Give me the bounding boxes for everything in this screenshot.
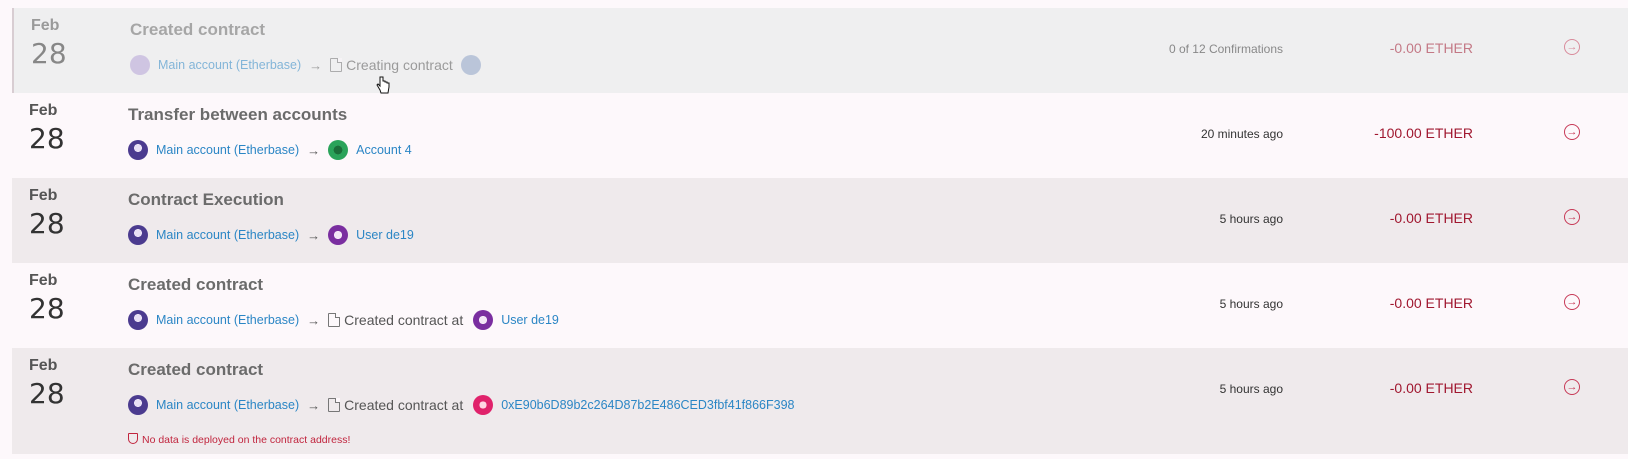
to-account-avatar bbox=[473, 310, 494, 330]
open-transaction-icon[interactable]: → bbox=[1564, 39, 1580, 55]
document-icon bbox=[328, 398, 341, 412]
transaction-date: Feb 28 bbox=[29, 272, 89, 325]
transaction-row[interactable]: Feb 28 Created contract Main account (Et… bbox=[12, 8, 1628, 93]
to-account-avatar bbox=[328, 140, 349, 160]
transaction-title: Transfer between accounts bbox=[128, 105, 348, 124]
arrow-right-icon: → bbox=[307, 227, 321, 243]
transaction-flow: Main account (Etherbase) → Created contr… bbox=[128, 310, 559, 330]
transaction-flow: Main account (Etherbase) → Created contr… bbox=[128, 395, 794, 415]
from-account-link[interactable]: Main account (Etherbase) bbox=[156, 228, 299, 242]
contract-avatar bbox=[473, 395, 494, 415]
date-month: Feb bbox=[29, 102, 58, 119]
date-month: Feb bbox=[29, 187, 58, 204]
from-account-avatar bbox=[130, 55, 150, 75]
contract-status-label: Creating contract bbox=[346, 57, 453, 73]
from-account-avatar bbox=[128, 140, 148, 160]
shield-icon bbox=[128, 433, 138, 444]
transaction-time: 20 minutes ago bbox=[1200, 127, 1283, 141]
open-transaction-icon[interactable]: → bbox=[1564, 124, 1580, 140]
from-account-avatar bbox=[128, 310, 148, 330]
arrow-right-icon: → bbox=[307, 142, 321, 158]
to-account-link[interactable]: User de19 bbox=[356, 228, 414, 242]
transaction-date: Feb 28 bbox=[29, 102, 89, 155]
date-day: 28 bbox=[29, 122, 65, 155]
transaction-amount: -0.00 ETHER bbox=[1389, 40, 1473, 56]
transaction-title: Created contract bbox=[128, 360, 264, 379]
transaction-title: Contract Execution bbox=[128, 190, 284, 209]
transaction-title: Created contract bbox=[128, 275, 264, 294]
transaction-row[interactable]: Feb 28 Created contract Main account (Et… bbox=[12, 348, 1628, 454]
transaction-title: Created contract bbox=[130, 20, 266, 39]
transaction-amount: -0.00 ETHER bbox=[1389, 295, 1473, 311]
arrow-right-icon: → bbox=[309, 57, 323, 73]
date-day: 28 bbox=[29, 207, 65, 240]
date-day: 28 bbox=[29, 377, 65, 410]
from-account-link[interactable]: Main account (Etherbase) bbox=[156, 143, 299, 157]
deploy-warning: No data is deployed on the contract addr… bbox=[128, 433, 350, 446]
contract-address-link[interactable]: 0xE90b6D89b2c264D87b2E486CED3fbf41f866F3… bbox=[501, 398, 794, 412]
from-account-avatar bbox=[128, 395, 148, 415]
transaction-time: 5 hours ago bbox=[1219, 212, 1283, 226]
to-account-avatar bbox=[328, 225, 349, 245]
transaction-list: Feb 28 Created contract Main account (Et… bbox=[12, 8, 1628, 454]
date-month: Feb bbox=[31, 17, 60, 34]
transaction-date: Feb 28 bbox=[29, 357, 89, 410]
from-account-link[interactable]: Main account (Etherbase) bbox=[156, 398, 299, 412]
transaction-date: Feb 28 bbox=[31, 17, 91, 70]
contract-status-label: Created contract at bbox=[344, 397, 464, 413]
arrow-right-icon: → bbox=[307, 397, 321, 413]
transaction-amount: -0.00 ETHER bbox=[1389, 210, 1473, 226]
transaction-row[interactable]: Feb 28 Transfer between accounts Main ac… bbox=[12, 93, 1628, 178]
date-month: Feb bbox=[29, 357, 58, 374]
open-transaction-icon[interactable]: → bbox=[1564, 209, 1580, 225]
transaction-date: Feb 28 bbox=[29, 187, 89, 240]
contract-status-label: Created contract at bbox=[344, 312, 464, 328]
document-icon bbox=[328, 313, 341, 327]
transaction-flow: Main account (Etherbase) → User de19 bbox=[128, 225, 414, 245]
transaction-row[interactable]: Feb 28 Contract Execution Main account (… bbox=[12, 178, 1628, 263]
transaction-row[interactable]: Feb 28 Created contract Main account (Et… bbox=[12, 263, 1628, 348]
document-icon bbox=[330, 58, 343, 72]
transaction-time: 0 of 12 Confirmations bbox=[1168, 42, 1283, 56]
to-account-link[interactable]: User de19 bbox=[501, 313, 559, 327]
from-account-link[interactable]: Main account (Etherbase) bbox=[158, 58, 301, 72]
transaction-amount: -0.00 ETHER bbox=[1389, 380, 1473, 396]
transaction-amount: -100.00 ETHER bbox=[1374, 125, 1473, 141]
date-day: 28 bbox=[31, 37, 67, 70]
transaction-time: 5 hours ago bbox=[1219, 297, 1283, 311]
arrow-right-icon: → bbox=[307, 312, 321, 328]
open-transaction-icon[interactable]: → bbox=[1564, 294, 1580, 310]
from-account-link[interactable]: Main account (Etherbase) bbox=[156, 313, 299, 327]
hand-cursor-icon bbox=[376, 76, 390, 94]
transaction-flow: Main account (Etherbase) → Account 4 bbox=[128, 140, 412, 160]
date-month: Feb bbox=[29, 272, 58, 289]
to-account-link[interactable]: Account 4 bbox=[356, 143, 412, 157]
open-transaction-icon[interactable]: → bbox=[1564, 379, 1580, 395]
transaction-time: 5 hours ago bbox=[1219, 382, 1283, 396]
transaction-flow: Main account (Etherbase) → Creating cont… bbox=[130, 55, 489, 75]
date-day: 28 bbox=[29, 292, 65, 325]
contract-avatar bbox=[460, 55, 481, 75]
deploy-warning-text: No data is deployed on the contract addr… bbox=[142, 434, 351, 446]
from-account-avatar bbox=[128, 225, 148, 245]
